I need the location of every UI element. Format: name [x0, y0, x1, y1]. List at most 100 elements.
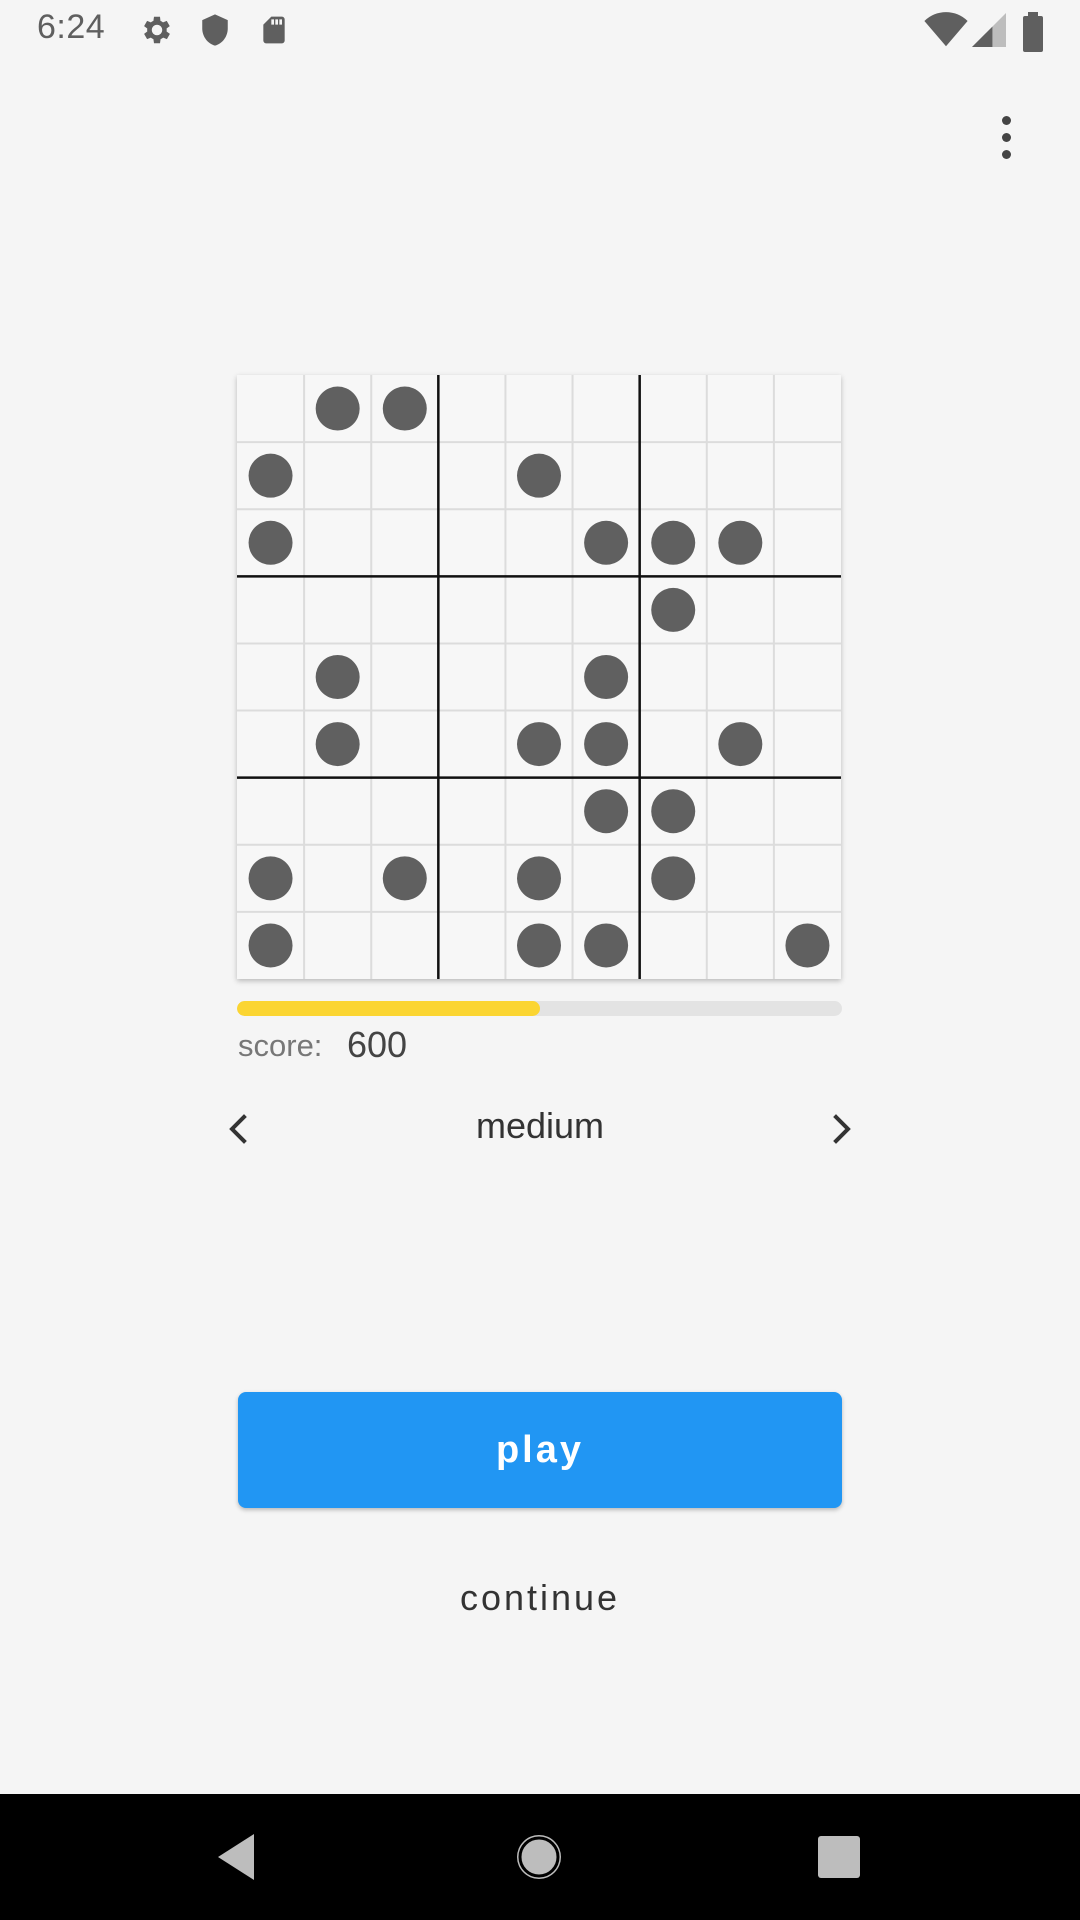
- board-cell[interactable]: [706, 777, 774, 845]
- board-cell[interactable]: [371, 442, 439, 510]
- board-cell[interactable]: [371, 509, 439, 577]
- board-cell[interactable]: [237, 576, 305, 644]
- board-cell[interactable]: [505, 643, 573, 711]
- board-cell[interactable]: [572, 442, 640, 510]
- board-cell[interactable]: [237, 643, 305, 711]
- play-button[interactable]: play: [238, 1392, 842, 1508]
- board-cell[interactable]: [438, 442, 506, 510]
- board-dot[interactable]: [517, 856, 561, 901]
- board-cell[interactable]: [505, 509, 573, 577]
- board-cell[interactable]: [371, 710, 439, 778]
- board-cell[interactable]: [438, 911, 506, 979]
- next-difficulty-button[interactable]: [818, 1105, 866, 1153]
- board-dot[interactable]: [248, 520, 293, 565]
- overflow-menu-button[interactable]: [982, 106, 1030, 170]
- board-cell[interactable]: [438, 777, 506, 845]
- board-cell[interactable]: [572, 844, 640, 912]
- board-cell[interactable]: [505, 777, 573, 845]
- board-dot[interactable]: [517, 453, 561, 498]
- board-dot[interactable]: [584, 655, 629, 699]
- progress-bar: [237, 1001, 842, 1016]
- board-dot[interactable]: [315, 722, 360, 767]
- board-dot[interactable]: [315, 386, 360, 431]
- recents-icon[interactable]: [806, 1824, 872, 1890]
- board-cell[interactable]: [639, 710, 707, 778]
- board-cell[interactable]: [304, 442, 372, 510]
- board-cell[interactable]: [304, 509, 372, 577]
- board-cell[interactable]: [438, 375, 506, 443]
- board-cell[interactable]: [438, 710, 506, 778]
- board-dot[interactable]: [651, 587, 696, 632]
- board-cell[interactable]: [773, 710, 841, 778]
- board-cell[interactable]: [237, 777, 305, 845]
- board-cell[interactable]: [505, 375, 573, 443]
- board-cell[interactable]: [304, 911, 372, 979]
- difficulty-label: medium: [475, 1105, 605, 1146]
- board-cell[interactable]: [773, 643, 841, 711]
- board-grid[interactable]: [237, 375, 841, 979]
- board-dot[interactable]: [718, 722, 763, 767]
- board-cell[interactable]: [773, 844, 841, 912]
- board-cell[interactable]: [237, 375, 305, 443]
- board-dot[interactable]: [718, 520, 763, 565]
- board-dot[interactable]: [248, 453, 293, 498]
- board-cell[interactable]: [505, 576, 573, 644]
- board-dot[interactable]: [651, 789, 696, 834]
- board-cell[interactable]: [237, 710, 305, 778]
- board-dot[interactable]: [651, 856, 696, 901]
- board-cell[interactable]: [639, 375, 707, 443]
- board-cell[interactable]: [438, 844, 506, 912]
- back-icon[interactable]: [206, 1824, 272, 1890]
- home-icon[interactable]: [506, 1824, 572, 1890]
- board-cell[interactable]: [572, 375, 640, 443]
- board-cell[interactable]: [773, 509, 841, 577]
- board-cell[interactable]: [639, 442, 707, 510]
- board-cell[interactable]: [773, 442, 841, 510]
- board-dot[interactable]: [517, 923, 561, 968]
- board-dot[interactable]: [584, 923, 629, 968]
- board-cell[interactable]: [438, 576, 506, 644]
- continue-button[interactable]: continue: [400, 1568, 680, 1628]
- board-cell[interactable]: [706, 844, 774, 912]
- board-dot[interactable]: [248, 923, 293, 968]
- board-cell[interactable]: [706, 576, 774, 644]
- board-dot[interactable]: [382, 856, 427, 901]
- board-dot[interactable]: [517, 722, 561, 767]
- board-cell[interactable]: [304, 844, 372, 912]
- sd-card-icon: [263, 16, 285, 44]
- shield-icon: [202, 14, 228, 46]
- previous-difficulty-button[interactable]: [214, 1105, 262, 1153]
- score-label: score:: [238, 1028, 323, 1063]
- board-dot[interactable]: [785, 923, 830, 968]
- score-value: 600: [347, 1024, 408, 1065]
- board-cell[interactable]: [706, 911, 774, 979]
- board-cell[interactable]: [304, 777, 372, 845]
- progress-fill: [237, 1001, 540, 1016]
- board-cell[interactable]: [438, 643, 506, 711]
- game-board[interactable]: [237, 375, 841, 979]
- board-cell[interactable]: [371, 911, 439, 979]
- board-cell[interactable]: [304, 576, 372, 644]
- board-dot[interactable]: [382, 386, 427, 431]
- board-cell[interactable]: [773, 777, 841, 845]
- board-cell[interactable]: [371, 576, 439, 644]
- board-cell[interactable]: [639, 643, 707, 711]
- board-cell[interactable]: [706, 442, 774, 510]
- board-cell[interactable]: [706, 643, 774, 711]
- gear-icon: [144, 16, 170, 44]
- board-cell[interactable]: [371, 777, 439, 845]
- board-cell[interactable]: [706, 375, 774, 443]
- board-cell[interactable]: [773, 375, 841, 443]
- chevron-right-icon: [833, 1114, 851, 1144]
- board-cell[interactable]: [773, 576, 841, 644]
- board-cell[interactable]: [639, 911, 707, 979]
- board-cell[interactable]: [371, 643, 439, 711]
- board-dot[interactable]: [315, 655, 360, 699]
- board-dot[interactable]: [651, 520, 696, 565]
- board-dot[interactable]: [584, 789, 629, 834]
- board-dot[interactable]: [584, 520, 629, 565]
- board-dot[interactable]: [584, 722, 629, 767]
- board-dot[interactable]: [248, 856, 293, 901]
- board-cell[interactable]: [438, 509, 506, 577]
- board-cell[interactable]: [572, 576, 640, 644]
